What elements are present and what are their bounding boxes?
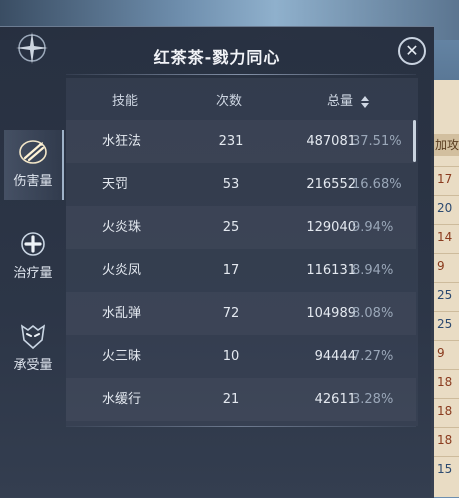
hit-count: 25 [222,220,240,235]
hit-count: 231 [218,134,244,149]
background-stat-value: 15 [431,456,459,480]
total-damage: 216552 [306,177,356,192]
sort-toggle-icon [361,95,370,108]
table-row[interactable]: 水狂法 231 487081 37.51% [66,120,416,163]
table-scrollbar[interactable] [413,120,416,162]
title-divider [66,74,416,75]
skill-name: 天罚 [102,177,129,192]
column-header-count: 次数 [216,94,243,109]
column-header-total[interactable]: 总量 [327,90,370,109]
background-stat-value: 25 [431,311,459,335]
background-stat-value: 25 [431,282,459,306]
table-row[interactable]: 水乱弹 72 104989 8.08% [66,292,416,335]
total-damage: 116131 [306,263,356,278]
background-stat-value: 17 [431,166,459,190]
background-stat-value: 20 [431,195,459,219]
tab-received[interactable]: 承受量 [4,314,62,384]
damage-percent: 3.28% [352,392,394,407]
table-row[interactable]: 水缓行 21 42611 3.28% [66,378,416,421]
background-stat-value: 18 [431,427,459,451]
background-stat-value: 9 [431,340,459,364]
skill-name: 火三昧 [102,349,142,364]
tab-heal-label: 治疗量 [13,266,53,281]
table-row[interactable]: 火炎珠 25 129040 9.94% [66,206,416,249]
column-header-skill: 技能 [112,94,139,109]
damage-percent: 7.27% [352,349,394,364]
damage-percent: 8.94% [352,263,394,278]
tab-damage-label: 伤害量 [13,174,53,189]
tab-damage[interactable]: 伤害量 [4,130,64,200]
bottom-divider [66,426,416,427]
damage-percent: 8.08% [352,306,394,321]
background-stat-value: 18 [431,369,459,393]
heal-cross-icon [21,232,45,256]
damage-percent: 16.68% [352,177,402,192]
total-damage: 487081 [306,134,356,149]
skill-name: 水乱弹 [102,306,142,321]
total-damage: 104989 [306,306,356,321]
hit-count: 72 [222,306,240,321]
tab-heal[interactable]: 治疗量 [4,222,62,292]
panel-title: 红茶茶-戮力同心 [153,48,281,67]
background-column-header: 加攻 [431,134,459,156]
column-header-total-label: 总量 [327,94,354,109]
table-row[interactable]: 火三昧 10 94444 7.27% [66,335,416,378]
hit-count: 21 [222,392,240,407]
background-stat-value: 9 [431,253,459,277]
hit-count: 53 [222,177,240,192]
skill-name: 水狂法 [102,134,142,149]
total-damage: 42611 [314,392,356,407]
hit-count: 10 [222,349,240,364]
total-damage: 129040 [306,220,356,235]
damage-percent: 9.94% [352,220,394,235]
damage-percent: 37.51% [352,134,402,149]
sword-damage-icon [19,140,47,164]
skill-name: 火炎珠 [102,220,142,235]
skill-name: 水缓行 [102,392,142,407]
hit-count: 17 [222,263,240,278]
table-row[interactable]: 火炎凤 17 116131 8.94% [66,249,416,292]
background-stat-value: 14 [431,224,459,248]
close-button[interactable]: ✕ [398,37,426,65]
total-damage: 94444 [314,349,356,364]
table-row[interactable]: 天罚 53 216552 16.68% [66,163,416,206]
shield-mask-icon [20,324,46,350]
background-stat-value: 18 [431,398,459,422]
tab-received-label: 承受量 [13,358,53,373]
skill-name: 火炎凤 [102,263,142,278]
